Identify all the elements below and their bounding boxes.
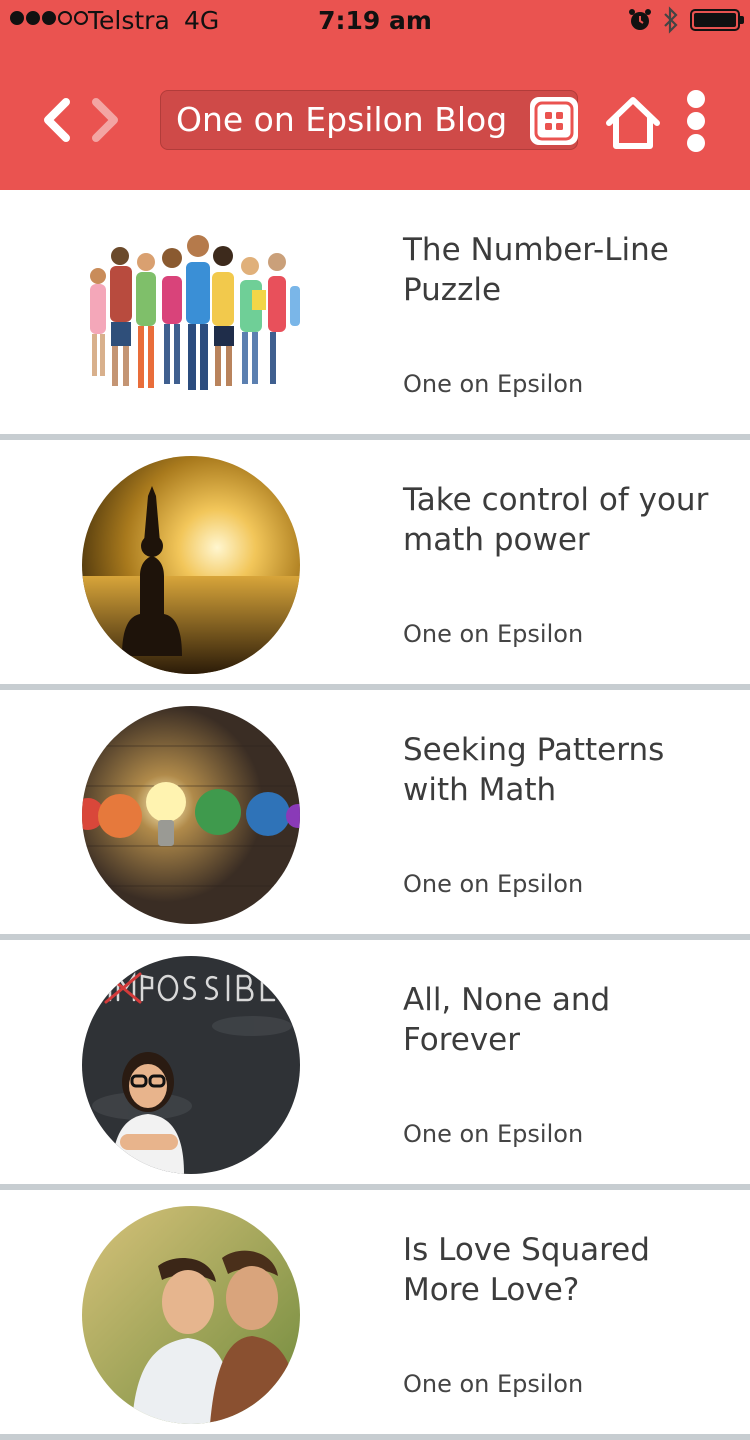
back-icon[interactable] bbox=[36, 96, 80, 144]
grid-button[interactable] bbox=[530, 97, 578, 145]
post-item[interactable]: The Number-Line Puzzle One on Epsilon bbox=[0, 190, 750, 440]
post-title[interactable]: Is Love Squared More Love? bbox=[403, 1230, 733, 1310]
post-source: One on Epsilon bbox=[403, 620, 584, 648]
post-thumbnail bbox=[82, 956, 300, 1174]
post-item[interactable]: All, None and Forever One on Epsilon bbox=[0, 940, 750, 1190]
more-vertical-icon[interactable] bbox=[684, 90, 708, 152]
forward-icon[interactable] bbox=[84, 96, 128, 144]
post-thumbnail bbox=[82, 206, 300, 424]
post-source: One on Epsilon bbox=[403, 1120, 584, 1148]
post-source: One on Epsilon bbox=[403, 870, 584, 898]
address-bar[interactable]: One on Epsilon Blog bbox=[160, 90, 578, 150]
bluetooth-icon bbox=[664, 6, 678, 34]
post-source: One on Epsilon bbox=[403, 370, 584, 398]
grid-icon bbox=[534, 101, 574, 141]
post-item[interactable]: Is Love Squared More Love? One on Epsilo… bbox=[0, 1190, 750, 1440]
post-title[interactable]: The Number-Line Puzzle bbox=[403, 230, 733, 310]
post-thumbnail bbox=[82, 1206, 300, 1424]
page-title: One on Epsilon Blog bbox=[176, 100, 508, 139]
post-title[interactable]: All, None and Forever bbox=[403, 980, 733, 1060]
post-title[interactable]: Take control of your math power bbox=[403, 480, 733, 560]
app-header: Telstra 4G 7:19 am One on Epsilon Blog bbox=[0, 0, 750, 190]
status-bar: Telstra 4G 7:19 am bbox=[0, 0, 750, 40]
post-title[interactable]: Seeking Patterns with Math bbox=[403, 730, 733, 810]
alarm-icon bbox=[629, 9, 651, 30]
home-icon[interactable] bbox=[604, 96, 662, 150]
post-thumbnail bbox=[82, 456, 300, 674]
post-source: One on Epsilon bbox=[403, 1370, 584, 1398]
post-list: The Number-Line Puzzle One on Epsilon Ta… bbox=[0, 190, 750, 1440]
post-item[interactable]: Take control of your math power One on E… bbox=[0, 440, 750, 690]
battery-icon bbox=[690, 9, 744, 31]
post-item[interactable]: Seeking Patterns with Math One on Epsilo… bbox=[0, 690, 750, 940]
post-thumbnail bbox=[82, 706, 300, 924]
